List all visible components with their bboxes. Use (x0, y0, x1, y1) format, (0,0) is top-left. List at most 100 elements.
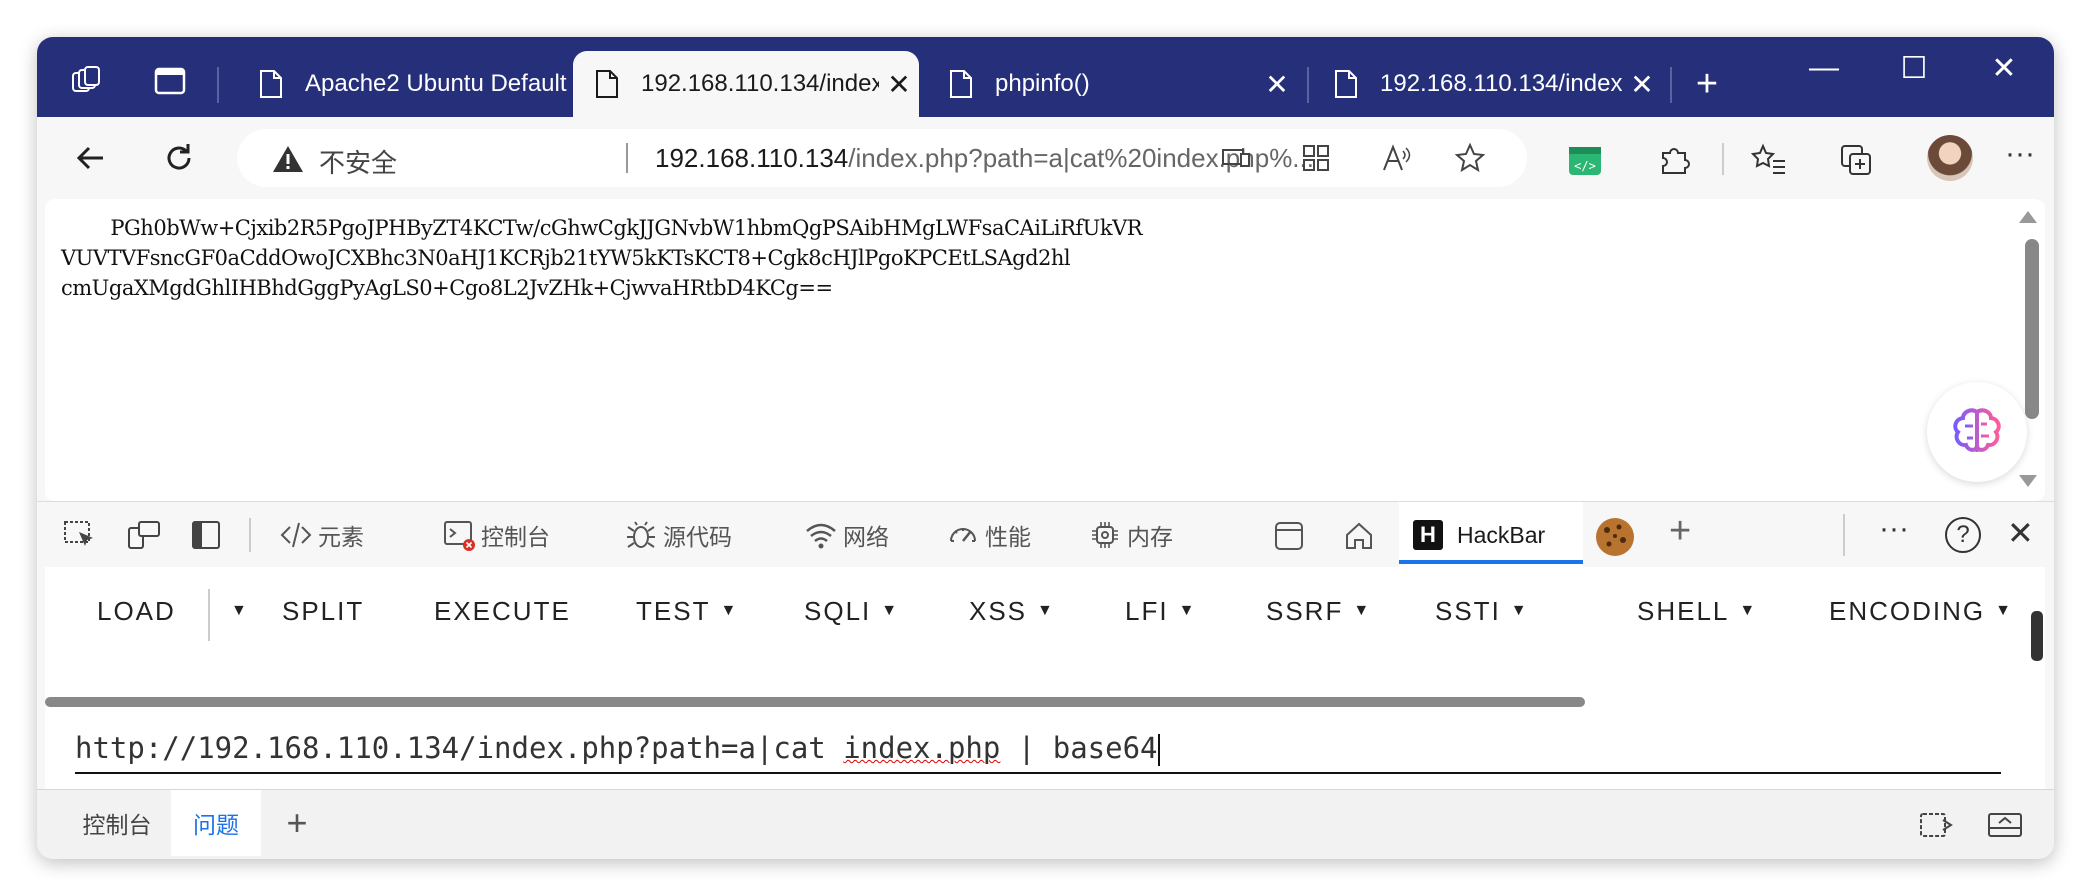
drawer-add-button[interactable]: + (267, 790, 327, 856)
document-icon (596, 70, 618, 98)
tab-sources[interactable]: 源代码 (625, 502, 732, 568)
close-window-button[interactable]: ✕ (1959, 37, 2049, 99)
tab-title: 192.168.110.134/index.php (641, 70, 879, 97)
tab-label: 源代码 (663, 524, 732, 550)
test-menu[interactable]: TEST ▼ (636, 579, 736, 643)
undock-drawer-icon[interactable] (1987, 810, 2023, 840)
tab-separator (1307, 67, 1309, 103)
menu-divider (208, 589, 210, 641)
back-button[interactable] (67, 134, 115, 182)
hackbar-panel: LOAD ▼ SPLIT EXECUTE TEST ▼ SQLI ▼ XSS ▼ LF… (45, 567, 2045, 789)
tab-memory[interactable]: 内存 (1089, 502, 1173, 568)
read-aloud-icon[interactable] (1381, 143, 1411, 173)
caret-down-icon: ▼ (1995, 602, 2011, 619)
arrow-left-icon (76, 146, 103, 170)
workspaces-icon[interactable] (69, 64, 103, 98)
add-tool-button[interactable]: + (1669, 510, 1691, 553)
tab-network[interactable]: 网络 (805, 502, 889, 568)
home-icon[interactable] (1343, 520, 1375, 552)
favorites-icon[interactable] (1751, 143, 1787, 177)
url-host: 192.168.110.134 (655, 143, 849, 173)
device-emulation-icon[interactable] (127, 520, 161, 550)
caret-down-icon: ▼ (720, 602, 737, 619)
tab-hackbar[interactable]: H HackBar (1399, 502, 1583, 568)
shell-menu[interactable]: SHELL ▼ (1637, 579, 1755, 643)
page-scrollbar[interactable] (2025, 239, 2039, 419)
more-menu-button[interactable]: ··· (2005, 137, 2035, 171)
drawer-tab-console[interactable]: 控制台 (67, 790, 167, 856)
load-button[interactable]: LOAD (97, 579, 176, 643)
page-output: PGh0bWw+Cjxib2R5PgoJPHByZT4KCTw/cGhwCgkJ… (61, 213, 1143, 303)
url-text[interactable]: 192.168.110.134/index.php?path=a|cat%20i… (655, 143, 1314, 174)
application-icon[interactable] (1273, 520, 1305, 552)
device-icon[interactable] (1221, 143, 1251, 173)
close-devtools-button[interactable]: ✕ (2007, 514, 2034, 552)
ssti-menu[interactable]: SSTI ▼ (1435, 579, 1527, 643)
load-dropdown-button[interactable]: ▼ (221, 579, 247, 643)
tab-separator (217, 67, 219, 103)
tab-actions-icon[interactable] (153, 64, 187, 98)
apps-icon[interactable] (1301, 143, 1331, 173)
tab-performance[interactable]: 性能 (947, 502, 1031, 568)
execute-button[interactable]: EXECUTE (434, 579, 571, 643)
url-input[interactable]: http://192.168.110.134/index.php?path=a|… (75, 724, 2001, 774)
address-divider (626, 143, 628, 173)
menu-label: LOAD (97, 595, 176, 626)
drawer-tab-issues[interactable]: 问题 (171, 790, 261, 856)
hackbar-hscrollbar[interactable] (45, 697, 1585, 707)
hackbar-vscrollbar[interactable] (2031, 611, 2043, 661)
lfi-menu[interactable]: LFI ▼ (1125, 579, 1194, 643)
avatar[interactable] (1927, 135, 1973, 181)
xss-menu[interactable]: XSS ▼ (969, 579, 1053, 643)
split-button[interactable]: SPLIT (282, 579, 364, 643)
security-label[interactable]: 不安全 (319, 143, 397, 180)
tab-label: 内存 (1127, 524, 1173, 550)
encoding-menu[interactable]: ENCODING ▼ (1829, 579, 2011, 643)
address-bar[interactable]: 不安全 192.168.110.134/index.php?path=a|cat… (237, 129, 1527, 187)
maximize-button[interactable]: ☐ (1869, 37, 1959, 99)
scroll-down-arrow[interactable] (2019, 475, 2037, 487)
ssrf-menu[interactable]: SSRF ▼ (1266, 579, 1369, 643)
hackbar-menu: LOAD ▼ SPLIT EXECUTE TEST ▼ SQLI ▼ XSS ▼ LF… (45, 579, 2035, 643)
extensions-puzzle-icon[interactable] (1657, 143, 1691, 177)
close-icon[interactable]: ✕ (1257, 68, 1297, 101)
refresh-button[interactable] (155, 134, 203, 182)
tab-separator (1670, 67, 1672, 103)
inspect-icon[interactable] (63, 520, 97, 550)
close-icon[interactable]: ✕ (1622, 68, 1662, 101)
extension-code-icon[interactable]: </> (1569, 147, 1601, 175)
refresh-icon (167, 144, 191, 170)
tab-title: phpinfo() (995, 70, 1090, 97)
tab-phpinfo[interactable]: phpinfo() ✕ (927, 51, 1297, 117)
star-icon[interactable] (1455, 143, 1485, 173)
tab-index-active[interactable]: 192.168.110.134/index.php ✕ (573, 51, 919, 117)
tab-label: HackBar (1457, 521, 1546, 548)
tab-elements[interactable]: 元素 (280, 502, 364, 568)
gauge-icon (950, 528, 976, 542)
dock-side-icon[interactable] (1919, 810, 1955, 840)
tab-apache[interactable]: Apache2 Ubuntu Default Page: It works ✕ (237, 51, 607, 117)
caret-down-icon: ▼ (1353, 602, 1370, 619)
sqli-menu[interactable]: SQLI ▼ (804, 579, 897, 643)
new-tab-button[interactable]: + (1677, 51, 1737, 117)
help-button[interactable]: ? (1945, 517, 1981, 553)
copilot-button[interactable] (1927, 382, 2027, 482)
menu-label: SHELL (1637, 595, 1730, 626)
tab-label: 性能 (985, 524, 1031, 550)
close-icon[interactable]: ✕ (879, 68, 919, 101)
caret-down-icon: ▼ (1739, 602, 1756, 619)
tab-console[interactable]: 控制台 (443, 502, 550, 568)
cookie-icon[interactable] (1593, 516, 1637, 558)
minimize-button[interactable]: — (1779, 37, 1869, 99)
dock-icon[interactable] (191, 520, 221, 550)
bug-icon (627, 521, 655, 548)
collections-icon[interactable] (1839, 143, 1873, 177)
scroll-up-arrow[interactable] (2019, 211, 2037, 223)
menu-label: TEST (636, 595, 711, 626)
url-input-text-tail: | base64 (1000, 731, 1158, 765)
devtools-more-button[interactable]: ··· (1879, 512, 1909, 546)
menu-label: EXECUTE (434, 595, 571, 626)
output-line: cmUgaXMgdGhlIHBhdGggPyAgLS0+Cgo8L2JvZHk+… (61, 276, 833, 300)
bottom-drawer: 控制台 问题 + (37, 789, 2054, 859)
tab-index-second[interactable]: 192.168.110.134/index.php ✕ (1312, 51, 1662, 117)
